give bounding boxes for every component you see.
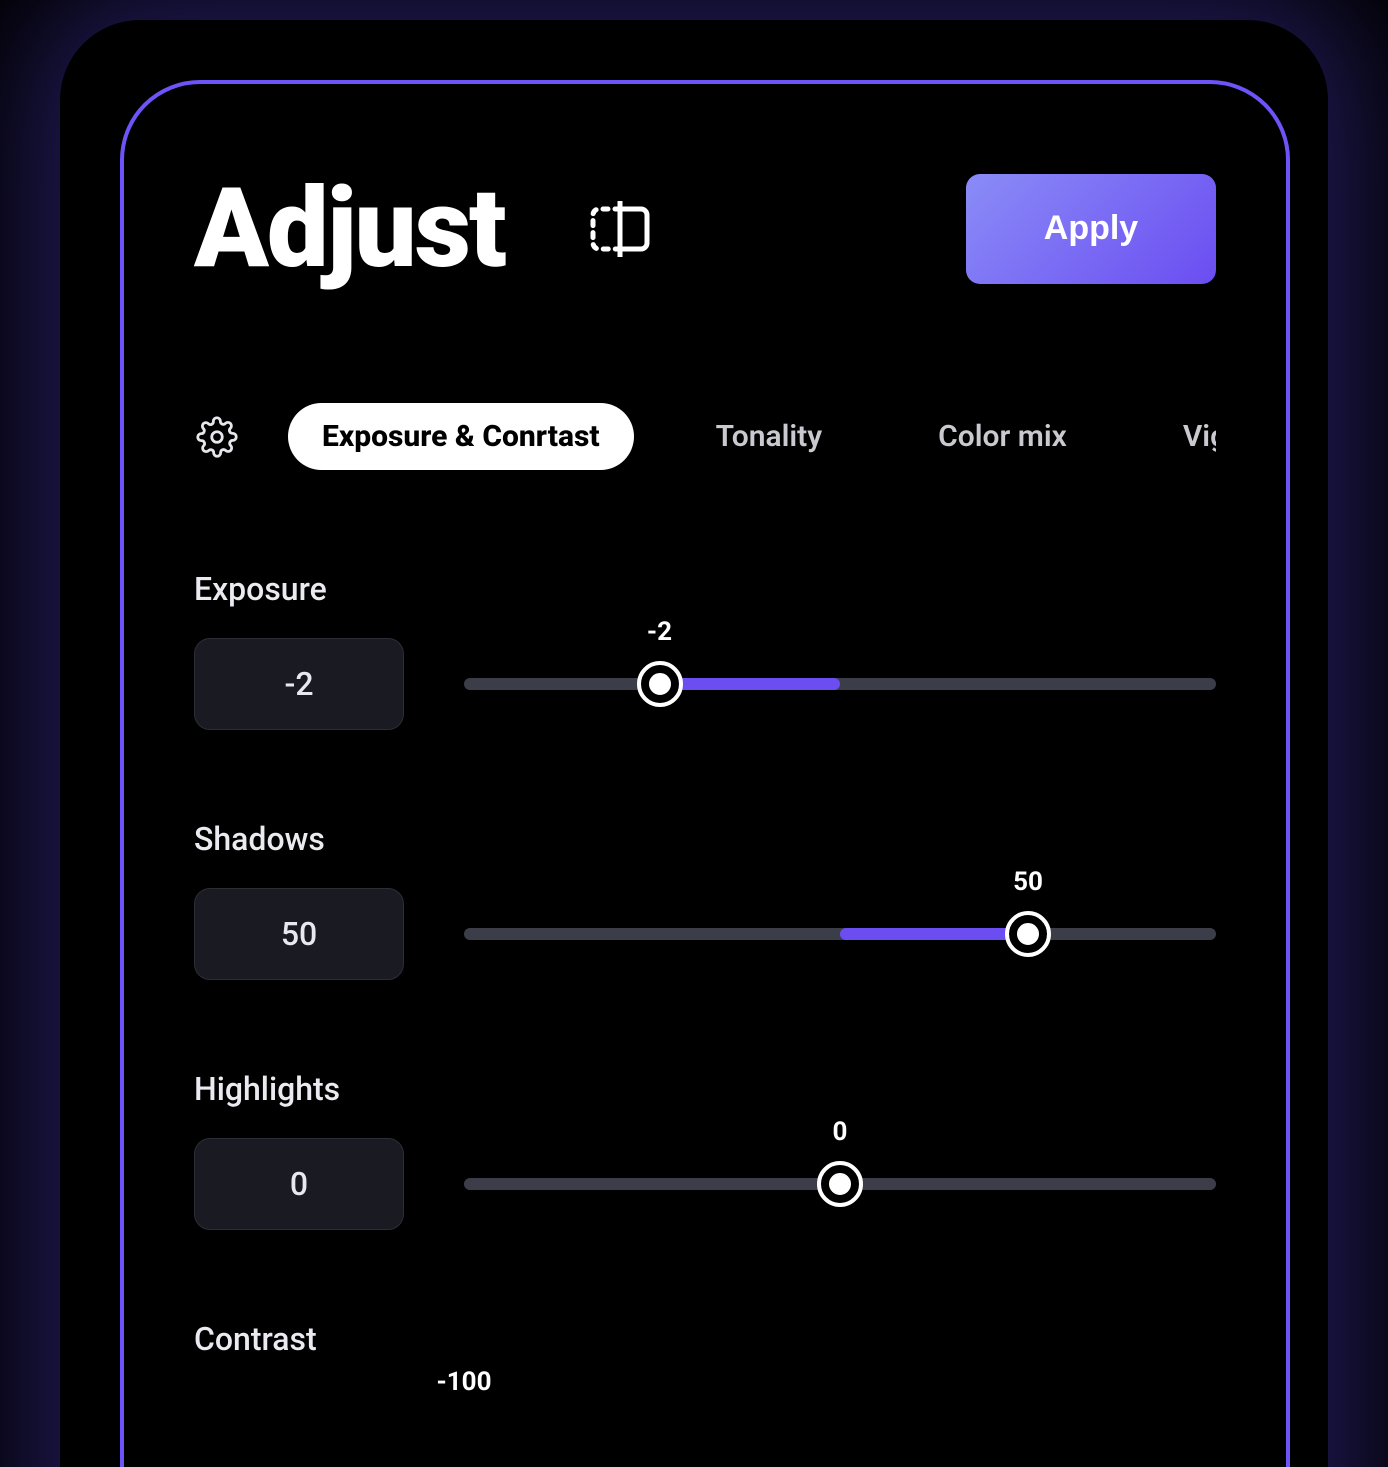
control-highlights: Highlights 0 0 <box>194 1070 1216 1230</box>
contrast-slider[interactable]: -100 <box>464 1404 1216 1464</box>
shadows-slider[interactable]: 50 <box>464 904 1216 964</box>
exposure-slider[interactable]: -2 <box>464 654 1216 714</box>
apply-button[interactable]: Apply <box>966 174 1216 284</box>
slider-thumb[interactable] <box>1009 915 1047 953</box>
slider-fill <box>660 678 840 690</box>
device-frame: Adjust Apply Exposure & <box>120 80 1290 1467</box>
slider-thumb[interactable] <box>821 1165 859 1203</box>
control-shadows: Shadows 50 50 <box>194 820 1216 980</box>
tab-tonality[interactable]: Tonality <box>682 403 857 470</box>
slider-thumb-label: -100 <box>437 1367 492 1397</box>
exposure-value-input[interactable]: -2 <box>194 638 404 730</box>
slider-thumb[interactable] <box>641 665 679 703</box>
control-label: Contrast <box>194 1320 1216 1358</box>
slider-track <box>464 678 1216 690</box>
tabs-row: Exposure & Conrtast Tonality Color mix V… <box>194 403 1216 470</box>
shadows-value-input[interactable]: 50 <box>194 888 404 980</box>
control-label: Exposure <box>194 570 1216 608</box>
slider-thumb-label: 50 <box>1013 867 1043 897</box>
compare-split-icon[interactable] <box>585 194 655 264</box>
control-label: Highlights <box>194 1070 1216 1108</box>
header: Adjust Apply <box>194 164 1216 293</box>
control-exposure: Exposure -2 -2 <box>194 570 1216 730</box>
controls-list: Exposure -2 -2 Shadows 50 <box>194 570 1216 1467</box>
tab-vignette[interactable]: Vignette <box>1149 403 1216 470</box>
page-title: Adjust <box>194 164 505 293</box>
slider-thumb-label: -2 <box>647 617 672 647</box>
tab-exposure-contrast[interactable]: Exposure & Conrtast <box>288 403 634 470</box>
tab-color-mix[interactable]: Color mix <box>904 403 1101 470</box>
control-contrast: Contrast -100 -100 <box>194 1320 1216 1467</box>
slider-fill <box>840 928 1028 940</box>
gear-icon[interactable] <box>194 414 240 460</box>
slider-thumb-label: 0 <box>833 1117 848 1147</box>
highlights-slider[interactable]: 0 <box>464 1154 1216 1214</box>
highlights-value-input[interactable]: 0 <box>194 1138 404 1230</box>
control-label: Shadows <box>194 820 1216 858</box>
